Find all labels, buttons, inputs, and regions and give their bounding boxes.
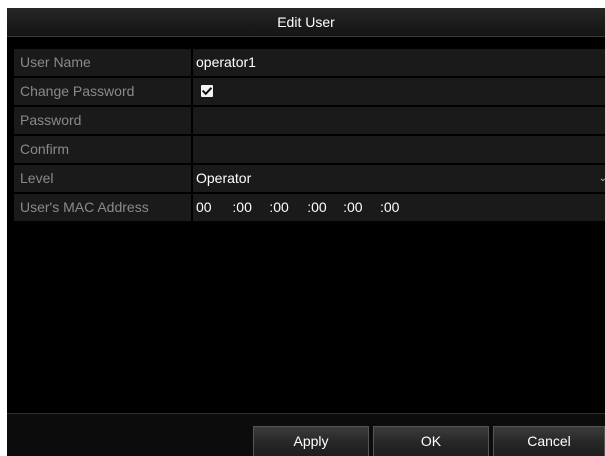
dialog-footer: Apply OK Cancel bbox=[7, 413, 605, 456]
level-select[interactable]: Operator ⌄ bbox=[193, 165, 605, 192]
cancel-button[interactable]: Cancel bbox=[493, 426, 605, 456]
mac-octet-4[interactable]: :00 bbox=[293, 194, 326, 221]
ok-button[interactable]: OK bbox=[373, 426, 489, 456]
mac-octet-3[interactable]: :00 bbox=[256, 194, 288, 221]
dialog-title: Edit User bbox=[7, 8, 605, 37]
confirm-row: Confirm bbox=[14, 135, 605, 163]
level-selected-value: Operator bbox=[196, 170, 252, 186]
mac-octet-1[interactable]: 00 bbox=[196, 194, 216, 221]
mac-octet-5[interactable]: :00 bbox=[331, 194, 362, 221]
change-password-label: Change Password bbox=[14, 78, 191, 105]
mac-address-row: User's MAC Address 00 :00 :00 :00 :00 :0… bbox=[14, 193, 605, 221]
level-row: Level Operator ⌄ bbox=[14, 164, 605, 192]
edit-user-form: User Name operator1 Change Password Pass… bbox=[14, 48, 605, 223]
user-name-label: User Name bbox=[14, 49, 191, 76]
confirm-password-field[interactable] bbox=[193, 136, 605, 163]
mac-octet-6[interactable]: :00 bbox=[366, 194, 399, 221]
change-password-row: Change Password bbox=[14, 77, 605, 105]
mac-address-label: User's MAC Address bbox=[14, 194, 191, 221]
password-label: Password bbox=[14, 107, 191, 134]
apply-button[interactable]: Apply bbox=[253, 426, 369, 456]
edit-user-dialog: Edit User User Name operator1 Change Pas… bbox=[7, 8, 605, 456]
user-name-row: User Name operator1 bbox=[14, 48, 605, 76]
change-password-checkbox[interactable] bbox=[201, 85, 213, 97]
chevron-down-icon: ⌄ bbox=[598, 173, 605, 184]
checkmark-icon bbox=[201, 87, 213, 96]
change-password-cell bbox=[193, 78, 605, 105]
confirm-label: Confirm bbox=[14, 136, 191, 163]
user-name-field[interactable]: operator1 bbox=[193, 49, 605, 76]
password-field[interactable] bbox=[193, 107, 605, 134]
level-label: Level bbox=[14, 165, 191, 192]
password-row: Password bbox=[14, 106, 605, 134]
mac-octet-2[interactable]: :00 bbox=[220, 194, 251, 221]
mac-address-field[interactable]: 00 :00 :00 :00 :00 :00 bbox=[193, 194, 605, 221]
